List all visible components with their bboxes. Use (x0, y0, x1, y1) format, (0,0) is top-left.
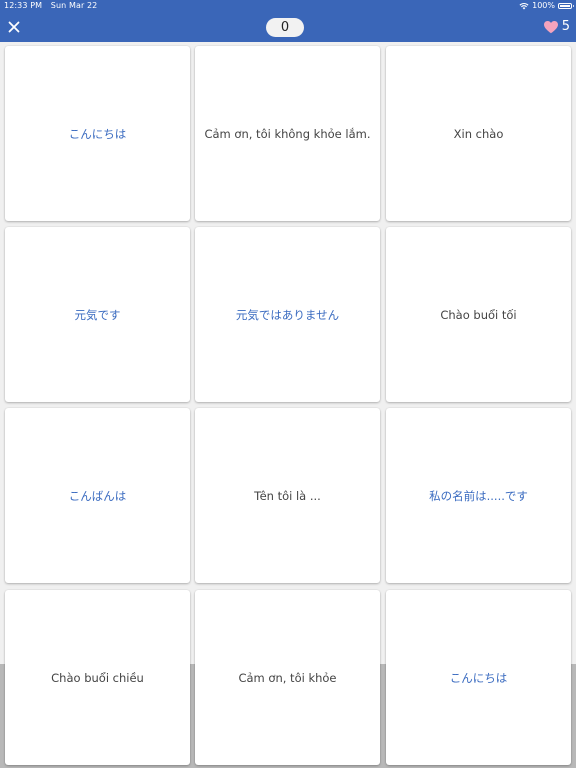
card-text: 私の名前は.....です (429, 488, 528, 503)
card-text: Cảm ơn, tôi khỏe (238, 670, 337, 685)
match-card[interactable]: Cảm ơn, tôi khỏe (195, 590, 380, 765)
card-text: 元気です (74, 307, 121, 322)
match-card[interactable]: Tên tôi là ... (195, 408, 380, 583)
match-card[interactable]: 元気ではありません (195, 227, 380, 402)
card-text: Xin chào (453, 126, 504, 141)
card-grid: こんにちは Cảm ơn, tôi không khỏe lắm. Xin ch… (0, 0, 576, 768)
match-card[interactable]: 元気です (5, 227, 190, 402)
match-card[interactable]: こんばんは (5, 408, 190, 583)
card-text: こんにちは (449, 670, 508, 685)
match-card[interactable]: 私の名前は.....です (386, 408, 571, 583)
match-card[interactable]: Cảm ơn, tôi không khỏe lắm. (195, 46, 380, 221)
match-card[interactable]: Chào buổi chiều (5, 590, 190, 765)
card-text: Cảm ơn, tôi không khỏe lắm. (204, 126, 371, 141)
card-text: Tên tôi là ... (254, 488, 321, 503)
match-card[interactable]: こんにちは (386, 590, 571, 765)
match-card[interactable]: Chào buổi tối (386, 227, 571, 402)
card-text: Chào buổi tối (440, 307, 517, 322)
card-text: こんばんは (68, 488, 127, 503)
card-text: 元気ではありません (235, 307, 340, 322)
card-text: Chào buổi chiều (51, 670, 144, 685)
match-card[interactable]: Xin chào (386, 46, 571, 221)
match-card[interactable]: こんにちは (5, 46, 190, 221)
card-text: こんにちは (68, 126, 127, 141)
